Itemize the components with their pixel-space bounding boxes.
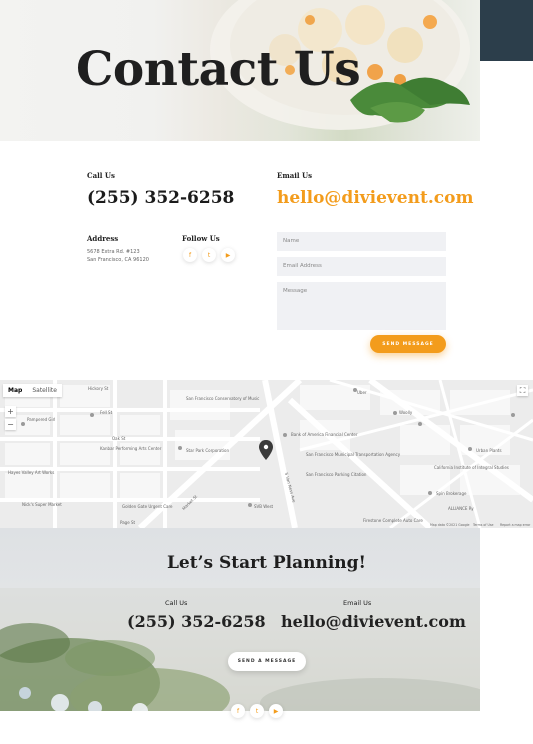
page-title: Contact Us — [76, 42, 361, 97]
name-field[interactable]: Name — [277, 232, 446, 251]
map-label-sfmta: San Francisco Municipal Transportation A… — [306, 452, 401, 457]
phone-number[interactable]: (255) 352-6258 — [87, 188, 234, 208]
twitter-icon[interactable]: t — [202, 248, 216, 262]
facebook-icon[interactable]: f — [231, 704, 245, 718]
hero-banner: Contact Us — [0, 0, 480, 141]
address-text: 5678 Extra Rd. #123 San Francisco, CA 96… — [87, 248, 149, 264]
map-terms-link[interactable]: Terms of Use — [473, 523, 493, 527]
email-address[interactable]: hello@divievent.com — [277, 188, 473, 208]
footer-phone[interactable]: (255) 352-6258 — [127, 612, 266, 631]
message-field[interactable]: Message — [277, 282, 446, 330]
map-label-kanbar: Kanbar Performing Arts Center — [100, 446, 162, 451]
email-us-label: Email Us — [277, 171, 313, 180]
youtube-icon[interactable]: ▶ — [221, 248, 235, 262]
map-label-pampered: Pampered Girl — [27, 417, 56, 422]
google-map[interactable]: Hickory St Pampered Girl Oak St Fell St … — [0, 380, 533, 528]
zoom-out-button[interactable]: − — [5, 419, 16, 430]
footer-call-label: Call Us — [165, 599, 188, 607]
map-label-golden-gate: Golden Gate Urgent Care — [122, 504, 173, 509]
send-a-message-button[interactable]: SEND A MESSAGE — [228, 652, 306, 671]
email-field[interactable]: Email Address — [277, 257, 446, 276]
send-message-button[interactable]: SEND MESSAGE — [370, 335, 446, 353]
corner-decoration — [480, 0, 533, 61]
address-line-1: 5678 Extra Rd. #123 — [87, 249, 140, 255]
map-type-tabs: Map Satellite — [3, 384, 62, 397]
tab-map[interactable]: Map — [3, 384, 27, 397]
map-label-bank: Bank of America Financial Center — [291, 432, 358, 437]
map-label-woolly: Woolly — [399, 410, 413, 415]
footer-email-label: Email Us — [343, 599, 372, 607]
map-label-firestone: Firestone Complete Auto Care — [363, 518, 423, 523]
map-label-hickory: Hickory St — [88, 386, 109, 391]
tab-satellite[interactable]: Satellite — [27, 384, 62, 397]
map-label-hayes: Hayes Valley Art Works — [8, 470, 55, 475]
map-label-star-park: Star Park Corporation — [186, 448, 230, 453]
map-label-spin: Spin Brokerage — [436, 491, 467, 496]
map-label-svb: SVB West — [254, 504, 274, 509]
call-us-label: Call Us — [87, 171, 115, 180]
youtube-icon[interactable]: ▶ — [269, 704, 283, 718]
map-report-link[interactable]: Report a map error — [500, 523, 530, 527]
address-line-2: San Francisco, CA 96120 — [87, 257, 149, 263]
footer-social-links: f t ▶ — [231, 704, 283, 718]
social-links: f t ▶ — [183, 248, 235, 262]
map-label-alliance: ALLIANCE Ry — [448, 506, 474, 511]
map-data-credit: Map data ©2021 Google — [430, 523, 470, 527]
map-label-urban: Urban Plants — [476, 448, 502, 453]
map-label-uber: Uber — [357, 390, 367, 395]
footer-email[interactable]: hello@divievent.com — [281, 612, 466, 631]
twitter-icon[interactable]: t — [250, 704, 264, 718]
footer-floral-photo — [0, 588, 480, 711]
planning-title: Let’s Start Planning! — [166, 553, 367, 573]
facebook-icon[interactable]: f — [183, 248, 197, 262]
map-label-page: Page St — [120, 520, 136, 525]
zoom-in-button[interactable]: + — [5, 406, 16, 417]
map-label-conservatory: San Francisco Conservatory of Music — [186, 396, 260, 401]
map-label-ciis: California Institute of Integral Studies — [434, 465, 509, 470]
follow-us-label: Follow Us — [182, 234, 220, 243]
map-label-nicks: Nick's Super Market — [22, 502, 62, 507]
address-label: Address — [87, 234, 119, 243]
map-label-parking: San Francisco Parking Citation — [306, 472, 367, 477]
map-label-oak: Oak St — [112, 436, 126, 441]
map-label-fell: Fell St — [100, 410, 113, 415]
fullscreen-icon[interactable]: ⛶ — [517, 385, 528, 396]
